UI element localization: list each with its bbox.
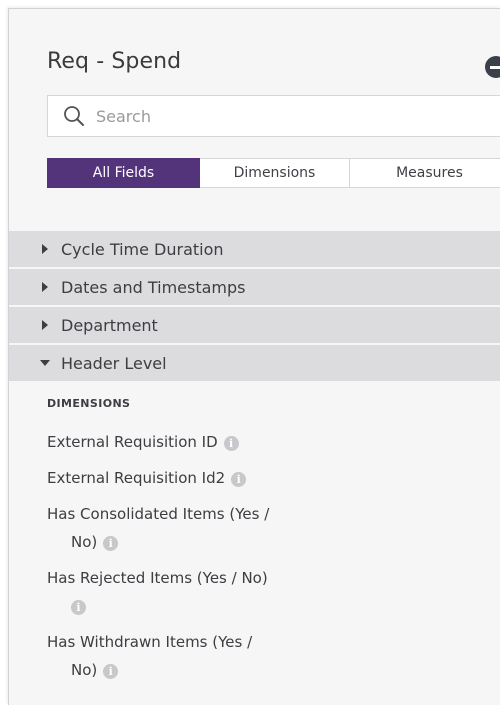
collapse-panel-button[interactable]: [485, 56, 500, 78]
tab-all-fields[interactable]: All Fields: [47, 158, 200, 188]
field-label: Has Consolidated Items (Yes /: [47, 505, 270, 523]
caret-down-icon: [40, 360, 50, 366]
tab-dimensions[interactable]: Dimensions: [200, 158, 350, 188]
field-filter-tabs: All Fields Dimensions Measures: [47, 158, 500, 188]
caret-right-icon: [42, 244, 48, 254]
field-item[interactable]: Has Withdrawn Items (Yes / No) i: [47, 628, 487, 684]
field-item[interactable]: External Requisition Id2 i: [47, 464, 487, 492]
group-cycle-time-duration[interactable]: Cycle Time Duration: [9, 231, 500, 267]
group-label: Header Level: [61, 353, 167, 373]
field-picker-panel: Req - Spend All Fields Dimensions Measur…: [8, 8, 500, 705]
header-level-fields: DIMENSIONS External Requisition ID i Exte…: [47, 397, 487, 692]
caret-right-icon: [42, 282, 48, 292]
info-icon[interactable]: i: [103, 664, 119, 679]
field-label-continued: No): [71, 533, 98, 551]
search-box[interactable]: [47, 95, 500, 137]
info-icon[interactable]: i: [223, 436, 239, 451]
field-group-list: Cycle Time Duration Dates and Timestamps…: [9, 231, 500, 383]
group-dates-and-timestamps[interactable]: Dates and Timestamps: [9, 269, 500, 305]
info-icon[interactable]: i: [71, 600, 86, 615]
field-label: External Requisition Id2: [47, 469, 226, 487]
caret-right-icon: [42, 320, 48, 330]
field-label: Has Rejected Items (Yes / No): [47, 569, 268, 587]
field-item[interactable]: Has Rejected Items (Yes / No) i: [47, 564, 487, 620]
group-department[interactable]: Department: [9, 307, 500, 343]
field-label-continued: No): [71, 661, 98, 679]
group-label: Cycle Time Duration: [61, 239, 224, 259]
section-label-dimensions: DIMENSIONS: [47, 397, 131, 410]
field-item[interactable]: External Requisition ID i: [47, 428, 487, 456]
group-label: Dates and Timestamps: [61, 277, 246, 297]
info-icon[interactable]: i: [231, 472, 247, 487]
info-icon[interactable]: i: [103, 536, 119, 551]
group-label: Department: [61, 315, 158, 335]
field-item[interactable]: Has Consolidated Items (Yes / No) i: [47, 500, 487, 556]
search-icon: [64, 106, 84, 126]
field-label: Has Withdrawn Items (Yes /: [47, 633, 253, 651]
panel-title: Req - Spend: [47, 49, 182, 74]
field-label: External Requisition ID: [47, 433, 218, 451]
group-header-level[interactable]: Header Level: [9, 345, 500, 381]
search-input[interactable]: [96, 104, 476, 128]
tab-measures[interactable]: Measures: [350, 158, 500, 188]
